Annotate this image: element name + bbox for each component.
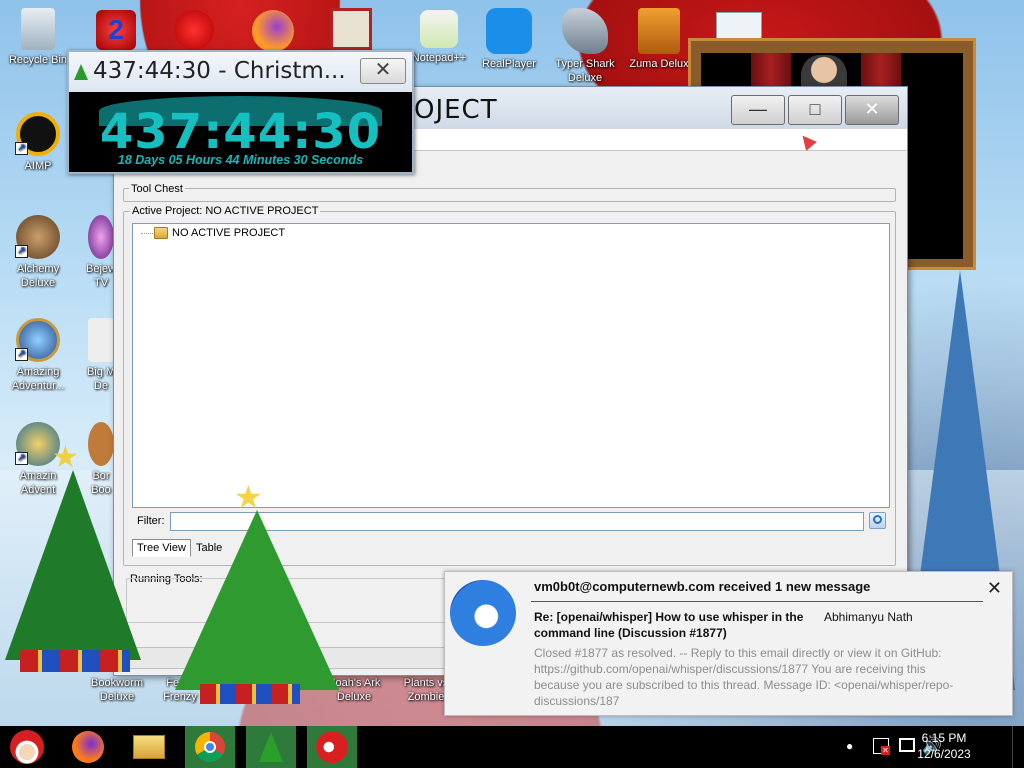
timer-window-title: 437:44:30 - Christm...: [93, 58, 346, 84]
refresh-icon: [873, 515, 882, 524]
close-icon: ✕: [864, 99, 880, 119]
chrome-center: [204, 741, 216, 753]
recycle-bin-icon: [21, 8, 55, 50]
timer-big-readout: 437:44:30: [99, 104, 382, 160]
desktop-icon-realplayer[interactable]: RealPlayer: [476, 8, 542, 71]
desktop-icon-label: RealPlayer: [482, 58, 536, 70]
tool-chest-group: Tool Chest: [123, 183, 896, 202]
taskbar-chrome[interactable]: [185, 726, 235, 768]
desktop-icon-label: Typer Shark Deluxe: [555, 58, 615, 84]
desktop-icon-label: Amazing Adventur...: [11, 366, 65, 392]
bejeweled-icon: [88, 215, 114, 259]
start-santa-icon: [10, 730, 44, 764]
taskbar-bird-app[interactable]: [307, 726, 357, 768]
thunderbird-icon: [450, 580, 516, 646]
notification-divider: [531, 601, 983, 602]
gift-boxes: [200, 684, 300, 704]
star-icon: ★: [52, 441, 79, 474]
notepad-plus-icon: [420, 10, 458, 48]
typer-shark-icon: [562, 8, 608, 54]
folder-icon: [154, 227, 168, 239]
email-notification[interactable]: vm0b0t@computernewb.com received 1 new m…: [444, 571, 1013, 716]
desktop-icon-label: Recycle Bin: [8, 54, 68, 66]
red-creature-icon[interactable]: [174, 10, 214, 50]
filter-refresh-button[interactable]: [869, 512, 886, 529]
zuma-icon: [638, 8, 680, 54]
notification-sender: Abhimanyu Nath: [824, 610, 913, 624]
maximize-icon: □: [809, 99, 821, 119]
close-button[interactable]: ✕: [845, 95, 899, 125]
tree-expander[interactable]: [141, 233, 153, 234]
timer-titlebar[interactable]: 437:44:30 - Christm... ✕: [69, 52, 412, 92]
notification-close-button[interactable]: ✕: [987, 578, 1002, 599]
timer-detail-readout: 18 Days 05 Hours 44 Minutes 30 Seconds: [117, 153, 364, 167]
christmas-tree-center: [175, 510, 339, 690]
project-window-title: OJECT: [414, 95, 498, 125]
close-icon: ✕: [986, 578, 1002, 598]
desktop-icon-notepad-plus[interactable]: Notepad++: [404, 10, 474, 65]
close-icon: ✕: [374, 59, 392, 81]
display-icon[interactable]: [899, 738, 915, 752]
filter-label: Filter:: [137, 515, 165, 527]
desktop-icon-big-money[interactable]: Big M De: [86, 318, 116, 393]
tree-root-label[interactable]: NO ACTIVE PROJECT: [172, 227, 285, 239]
taskbar-clock[interactable]: 6:15 PM 12/6/2023: [914, 730, 974, 762]
big-money-icon: [88, 318, 114, 362]
window-thumbnail-icon[interactable]: [716, 12, 762, 40]
desktop-icon-label: Bejew TV: [86, 263, 116, 289]
christmas-tree-app-icon: [259, 732, 283, 762]
realplayer-icon: [486, 8, 532, 54]
desktop-icon-label: AIMP: [24, 160, 52, 172]
desktop-icon-label: Alchemy Deluxe: [16, 263, 60, 289]
notification-subject: Re: [openai/whisper] How to use whisper …: [534, 610, 804, 640]
show-desktop-button[interactable]: [1012, 726, 1024, 768]
project-tree[interactable]: NO ACTIVE PROJECT: [132, 223, 890, 508]
bird-app-icon: [316, 731, 348, 763]
desktop-icon-label: Notepad++: [411, 52, 467, 64]
notification-body: Closed #1877 as resolved. -- Reply to th…: [534, 646, 954, 708]
maximize-button[interactable]: □: [788, 95, 842, 125]
christmas-tree-left: [5, 470, 141, 660]
shrine-icon[interactable]: [330, 8, 372, 50]
firefox-desktop-icon[interactable]: [252, 10, 294, 52]
game-2-icon[interactable]: 2: [96, 10, 136, 50]
taskbar-firefox[interactable]: [63, 726, 113, 768]
network-error-icon: ✕: [881, 746, 890, 755]
desktop-icon-label: Big M De: [86, 366, 116, 392]
taskbar-christmas-tree-app[interactable]: [246, 726, 296, 768]
desktop-icon-zuma[interactable]: Zuma Delux: [626, 8, 692, 71]
tray-dot-icon[interactable]: ●: [846, 739, 853, 768]
clock-time: 6:15 PM: [921, 731, 967, 745]
desktop-icon-label: Plants vs Zombie: [403, 677, 449, 703]
desktop-icon-plants-zombies[interactable]: Plants vs Zombie: [402, 676, 450, 704]
desktop-icon-aimp[interactable]: ↗ AIMP: [5, 112, 71, 173]
firefox-icon: [72, 731, 104, 763]
countdown-timer-window[interactable]: 437:44:30 - Christm... ✕ 437:44:30 18 Da…: [67, 50, 414, 174]
desktop-icon-bejeweled[interactable]: Bejew TV: [86, 215, 116, 290]
bookworm-2-icon: [88, 422, 114, 466]
timer-close-button[interactable]: ✕: [360, 58, 406, 84]
file-explorer-icon: [133, 735, 165, 759]
notification-header: vm0b0t@computernewb.com received 1 new m…: [534, 579, 871, 594]
tree-small-icon: [74, 64, 88, 80]
minimize-icon: —: [749, 99, 767, 119]
desktop-icon-label: Zuma Delux: [629, 58, 689, 70]
start-button[interactable]: [2, 726, 52, 768]
desktop-icon-label: Bookworm Deluxe: [91, 677, 143, 703]
active-project-label: Active Project: NO ACTIVE PROJECT: [130, 205, 321, 217]
desktop-icon-typer-shark[interactable]: Typer Shark Deluxe: [550, 8, 620, 85]
gift-boxes: [20, 650, 130, 672]
star-icon: ★: [234, 479, 263, 515]
tool-chest-label: Tool Chest: [129, 183, 185, 195]
desktop-icon-amazing-adventures[interactable]: ↗ Amazing Adventur...: [5, 318, 71, 393]
clock-date: 12/6/2023: [917, 747, 971, 761]
desktop-icon-recycle-bin[interactable]: Recycle Bin: [5, 8, 71, 67]
minimize-button[interactable]: —: [731, 95, 785, 125]
desktop-icon-alchemy[interactable]: ↗ Alchemy Deluxe: [5, 215, 71, 290]
taskbar: ● ✕ 🔊 6:15 PM 12/6/2023: [0, 726, 1024, 768]
taskbar-file-explorer[interactable]: [124, 726, 174, 768]
desktop-icon-bookworm[interactable]: Bookworm Deluxe: [84, 676, 150, 704]
